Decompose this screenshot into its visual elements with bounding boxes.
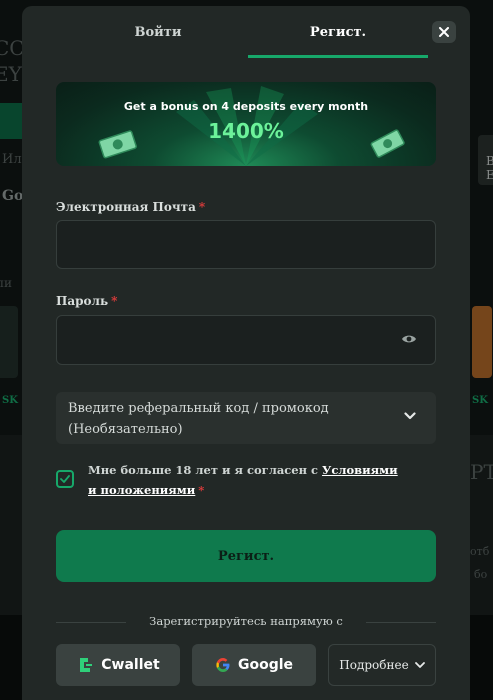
- email-label-text: Электронная Почта: [56, 200, 196, 214]
- email-field-box: [56, 220, 436, 269]
- google-icon: [216, 658, 230, 672]
- email-label: Электронная Почта *: [56, 200, 205, 214]
- tab-login[interactable]: Войти: [68, 6, 248, 58]
- email-field[interactable]: [57, 221, 435, 268]
- tab-register[interactable]: Регист.: [248, 6, 428, 58]
- terms-text: Мне больше 18 лет и я согласен с Условия…: [88, 460, 398, 500]
- bonus-banner: Get a bonus on 4 deposits every month 14…: [56, 82, 436, 166]
- more-options-button[interactable]: Подробнее: [328, 644, 436, 686]
- auth-tabs: Войти Регист.: [22, 6, 470, 58]
- social-divider-text: Зарегистрируйтесь напрямую с: [149, 614, 343, 628]
- cwallet-label: Cwallet: [101, 657, 160, 673]
- google-label: Google: [237, 657, 294, 673]
- chevron-down-icon: [414, 661, 425, 668]
- checkmark-icon: [60, 475, 70, 483]
- age-terms-checkbox[interactable]: [56, 470, 74, 488]
- password-label-text: Пароль: [56, 294, 109, 308]
- required-mark: *: [198, 200, 206, 214]
- cwallet-icon: [80, 658, 93, 672]
- banner-title: Get a bonus on 4 deposits every month: [123, 100, 369, 113]
- required-mark: *: [111, 294, 118, 308]
- banner-bonus-amount: 1400%: [208, 119, 284, 143]
- terms-statement: Мне больше 18 лет и я согласен с: [88, 463, 323, 477]
- eye-icon[interactable]: [401, 333, 417, 345]
- password-label: Пароль *: [56, 294, 117, 308]
- social-divider: Зарегистрируйтесь напрямую с: [56, 612, 436, 632]
- promo-code-dropdown[interactable]: Введите реферальный код / промокод (Необ…: [56, 392, 436, 444]
- register-submit-button[interactable]: Регист.: [56, 530, 436, 582]
- password-field-box: [56, 315, 436, 365]
- close-button[interactable]: [432, 21, 456, 43]
- close-icon: [439, 27, 449, 37]
- chevron-down-icon: [404, 412, 416, 420]
- registration-modal: Войти Регист. Get a bonus on 4 deposits …: [22, 6, 470, 700]
- google-button[interactable]: Google: [192, 644, 316, 686]
- password-field[interactable]: [57, 316, 435, 364]
- promo-code-placeholder: Введите реферальный код / промокод (Необ…: [68, 401, 329, 437]
- required-mark: *: [198, 483, 205, 497]
- more-options-label: Подробнее: [339, 658, 409, 672]
- active-tab-indicator: [248, 55, 428, 58]
- cwallet-button[interactable]: Cwallet: [56, 644, 180, 686]
